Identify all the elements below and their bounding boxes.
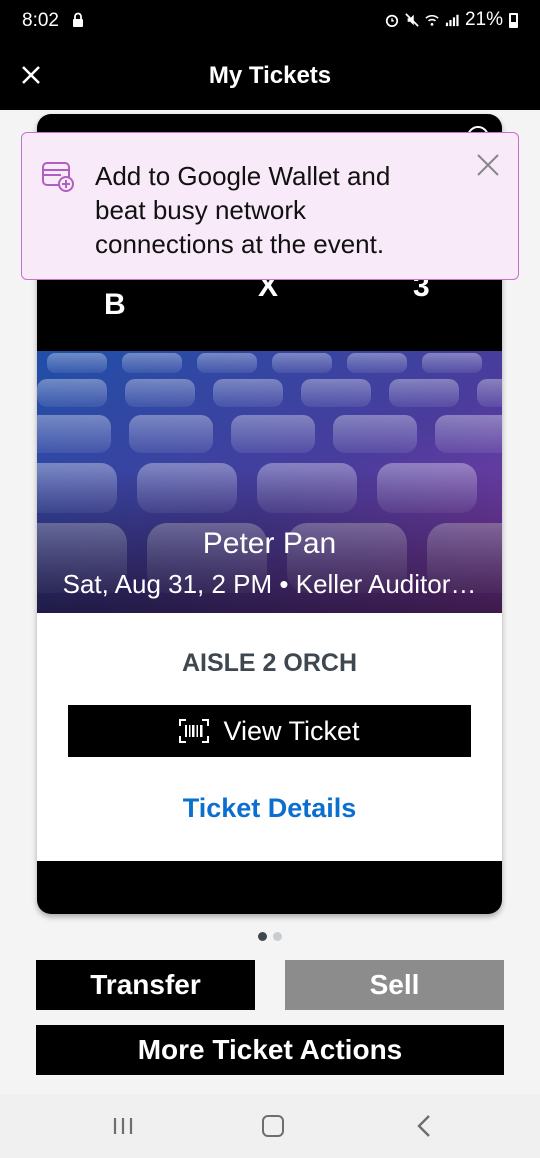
battery-icon (509, 12, 518, 28)
wallet-add-icon (42, 162, 74, 192)
status-time: 8:02 (22, 10, 59, 31)
event-name: Peter Pan (202, 527, 337, 560)
event-date-venue: Sat, Aug 31, 2 PM • Keller Auditor… (62, 569, 477, 599)
ticket-body: AISLE 2 ORCH View Ticket Ticket Details (37, 613, 502, 861)
back-icon[interactable] (414, 1114, 436, 1138)
page-title: My Tickets (208, 62, 332, 89)
ticket-details-link[interactable]: Ticket Details (37, 793, 502, 824)
wallet-banner-text: Add to Google Wallet and beat busy netwo… (95, 161, 391, 259)
wifi-icon (425, 14, 439, 26)
home-icon[interactable] (262, 1115, 284, 1137)
lock-icon (73, 12, 83, 27)
pager-dot[interactable] (273, 932, 282, 941)
more-ticket-actions-button[interactable]: More Ticket Actions (36, 1025, 504, 1075)
system-nav-bar (0, 1094, 540, 1158)
event-hero-image: Peter Pan Sat, Aug 31, 2 PM • Keller Aud… (37, 351, 502, 613)
view-ticket-label: View Ticket (223, 715, 360, 746)
section-label: AISLE 2 ORCH (181, 649, 358, 677)
pager-dots (0, 932, 540, 941)
app-header: My Tickets (0, 44, 540, 110)
sell-button[interactable]: Sell (285, 960, 504, 1010)
mute-icon (405, 13, 419, 27)
status-bar: 8:02 21% (0, 0, 540, 44)
barcode-icon (179, 719, 210, 743)
screen: 8:02 21% My Tickets B X 3 Peter Pan Sat,… (0, 0, 540, 1158)
status-icons: 21% (385, 9, 518, 31)
battery-percent: 21% (464, 9, 503, 30)
alarm-icon (385, 14, 399, 27)
view-ticket-button[interactable]: View Ticket (68, 705, 471, 757)
signal-icon (445, 14, 459, 27)
google-wallet-banner[interactable]: Add to Google Wallet and beat busy netwo… (21, 132, 519, 280)
seat-info: B X 3 (37, 270, 502, 321)
pager-dot-active[interactable] (258, 932, 267, 941)
recent-apps-icon[interactable] (112, 1116, 134, 1136)
close-icon[interactable] (474, 151, 502, 179)
seat-section: B (104, 288, 126, 321)
transfer-button[interactable]: Transfer (36, 960, 255, 1010)
